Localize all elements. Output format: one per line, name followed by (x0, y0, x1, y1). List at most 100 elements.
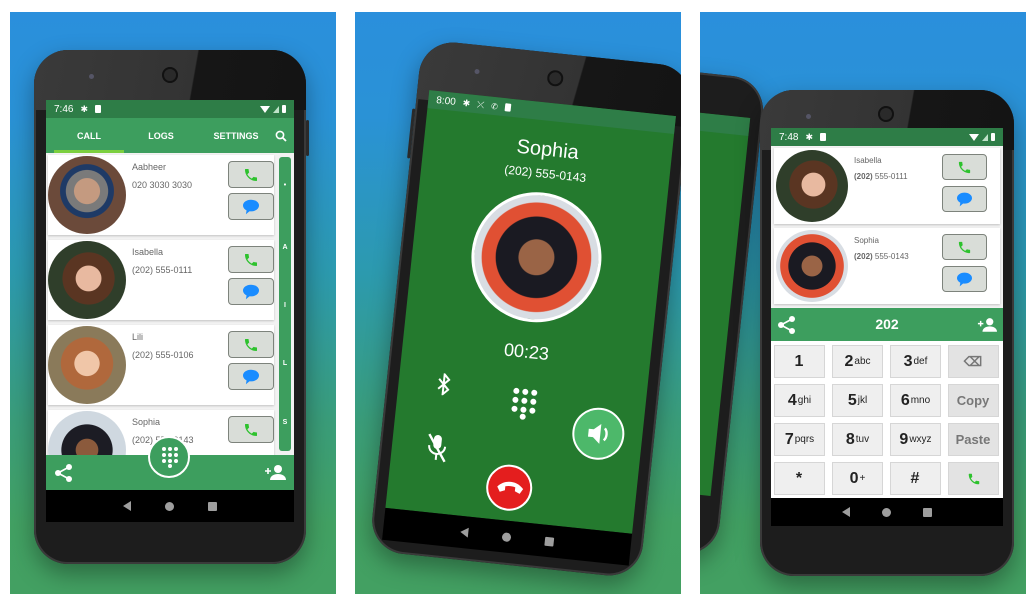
dialpad-icon[interactable] (509, 387, 538, 422)
index-letter[interactable]: S (279, 419, 291, 426)
recents-button[interactable] (544, 536, 555, 547)
contact-number: (202) 555-0143 (854, 252, 909, 261)
message-button[interactable] (228, 278, 274, 305)
bluetooth-icon[interactable] (436, 372, 452, 396)
key-letters: + (859, 473, 866, 484)
key-digit: Copy (956, 393, 990, 408)
earpiece (878, 106, 894, 122)
chat-bubble-icon (243, 199, 259, 214)
recents-button[interactable] (208, 501, 217, 511)
phone-frame: 7:48 ✱ Isabella (202) 555-0111 Sophia (2… (760, 90, 1014, 576)
contact-row[interactable]: Isabella (202) 555-0111 (48, 240, 274, 320)
status-time: 7:46 (54, 103, 74, 115)
call-button[interactable] (228, 331, 274, 358)
panel-dialer: 7:48 ✱ Isabella (202) 555-0111 Sophia (2… (700, 12, 1026, 594)
screen-dialer: 7:48 ✱ Isabella (202) 555-0111 Sophia (2… (771, 128, 1003, 498)
call-button[interactable] (228, 246, 274, 273)
home-button[interactable] (501, 531, 512, 542)
home-button[interactable] (165, 501, 174, 511)
message-button[interactable] (942, 186, 987, 212)
alphabet-index-scroller[interactable]: • A I L S (279, 157, 291, 451)
dial-key[interactable]: 2 abc (832, 345, 883, 378)
battery-icon (282, 105, 286, 113)
key-digit: 0 (849, 469, 859, 487)
add-contact-icon[interactable] (977, 317, 997, 332)
dial-key[interactable]: 0 + (832, 462, 883, 495)
phone-frame-partial (700, 51, 767, 557)
contact-avatar (48, 241, 126, 319)
dial-number-bar: 202 (771, 308, 1003, 341)
chat-bubble-icon (243, 369, 259, 384)
dial-key[interactable]: * (774, 462, 825, 495)
share-icon[interactable] (54, 463, 74, 483)
back-button[interactable] (123, 501, 131, 511)
tab-settings-label: SETTINGS (213, 130, 259, 141)
key-digit: 7 (784, 430, 794, 448)
dial-key[interactable]: 5 jkl (832, 384, 883, 417)
key-letters: wxyz (909, 434, 932, 445)
tab-logs[interactable]: LOGS (126, 118, 196, 153)
copy-button[interactable]: Copy (948, 384, 999, 417)
contact-row[interactable]: Sophia (202) 555-0143 (774, 228, 1000, 304)
add-contact-icon[interactable] (264, 464, 286, 480)
back-button[interactable] (842, 507, 850, 517)
key-digit: 6 (900, 391, 910, 409)
contact-number: (202) 555-0111 (132, 265, 193, 275)
index-letter[interactable]: A (279, 244, 291, 251)
matched-digits: (202) (854, 172, 873, 181)
contact-row[interactable]: Aabheer 020 3030 3030 (48, 155, 274, 235)
message-button[interactable] (942, 266, 987, 292)
dial-key[interactable]: 4 ghi (774, 384, 825, 417)
key-digit: * (795, 469, 803, 487)
back-button[interactable] (459, 526, 469, 538)
dialpad-fab[interactable] (148, 436, 190, 478)
dial-key[interactable]: 7 pqrs (774, 423, 825, 456)
call-button[interactable] (942, 234, 987, 260)
message-button[interactable] (228, 193, 274, 220)
key-digit: Paste (955, 432, 991, 447)
paste-button[interactable]: Paste (948, 423, 999, 456)
tab-settings[interactable]: SETTINGS (196, 118, 276, 153)
key-digit: ⌫ (963, 353, 983, 369)
index-letter[interactable]: L (279, 360, 291, 367)
screen-contacts: 7:46 ✱ CALL LOGS SETTINGS Aabheer 020 30… (46, 100, 294, 520)
contact-name: Sophia (854, 236, 879, 245)
mute-icon[interactable] (424, 432, 449, 464)
search-button[interactable] (270, 118, 292, 153)
call-button[interactable] (228, 416, 274, 443)
dial-key[interactable]: # (890, 462, 941, 495)
recents-button[interactable] (923, 507, 932, 517)
dial-key[interactable]: 9 wxyz (890, 423, 941, 456)
dial-key[interactable]: 8 tuv (832, 423, 883, 456)
key-letters: def (913, 356, 928, 367)
dial-key[interactable]: 1 (774, 345, 825, 378)
chat-bubble-icon (957, 272, 972, 286)
dial-key[interactable]: 6 mno (890, 384, 941, 417)
call-button[interactable] (228, 161, 274, 188)
number-rest: 555-0143 (872, 252, 909, 261)
dialed-number: 202 (875, 316, 899, 332)
earpiece (162, 67, 178, 83)
contact-name: Lili (132, 332, 144, 342)
contact-row[interactable]: Lili (202) 555-0106 (48, 325, 274, 405)
home-button[interactable] (882, 507, 891, 517)
contact-avatar (776, 230, 848, 302)
index-letter[interactable]: I (279, 302, 291, 309)
index-letter[interactable]: • (279, 182, 291, 189)
backspace-key[interactable]: ⌫ (948, 345, 999, 378)
contact-row[interactable]: Isabella (202) 555-0111 (774, 148, 1000, 224)
chat-bubble-icon (957, 192, 972, 206)
tab-call[interactable]: CALL (54, 118, 124, 153)
hang-up-button[interactable] (483, 462, 535, 513)
signal-icon (982, 133, 988, 141)
speaker-button[interactable] (569, 405, 627, 463)
call-button[interactable] (942, 154, 987, 180)
contact-name: Isabella (854, 156, 882, 165)
key-digit: 5 (847, 391, 857, 409)
panel-contact-list: 7:46 ✱ CALL LOGS SETTINGS Aabheer 020 30… (10, 12, 336, 594)
message-button[interactable] (228, 363, 274, 390)
dial-call-button[interactable] (948, 462, 999, 495)
android-nav-bar (771, 498, 1003, 526)
dial-key[interactable]: 3 def (890, 345, 941, 378)
screen-in-call: 8:00 ✱ ⤫ ✆ Sophia (202) 555-0143 00:23 (385, 90, 676, 534)
